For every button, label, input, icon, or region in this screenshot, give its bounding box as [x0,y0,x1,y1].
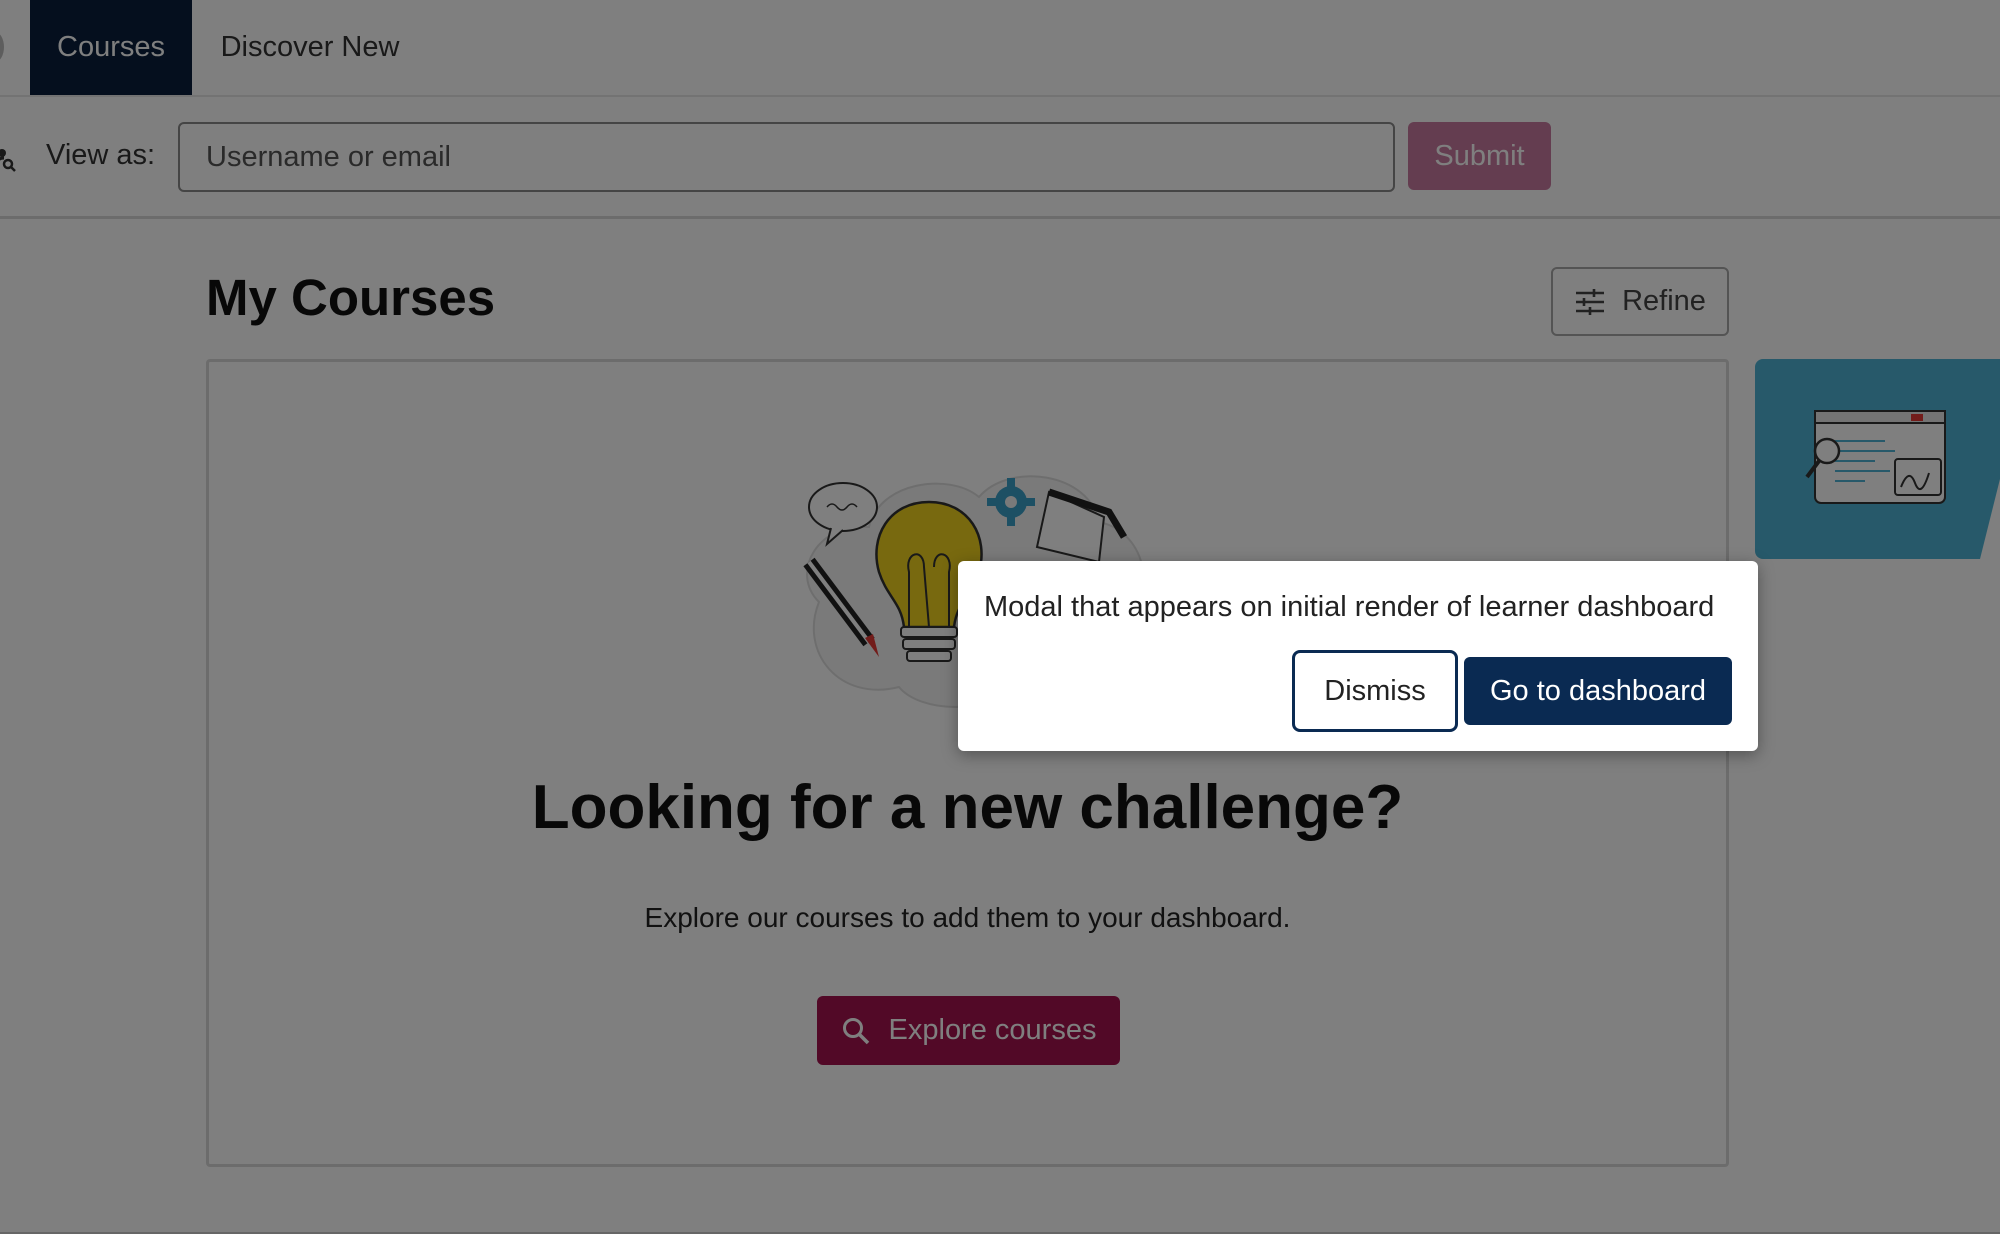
modal-message: Modal that appears on initial render of … [984,591,1715,623]
dismiss-button[interactable]: Dismiss [1292,650,1458,732]
go-to-dashboard-button[interactable]: Go to dashboard [1464,657,1732,725]
learner-dashboard-page: Courses Discover New View as: Submit My … [0,0,2000,1234]
welcome-modal: Modal that appears on initial render of … [958,561,1758,751]
